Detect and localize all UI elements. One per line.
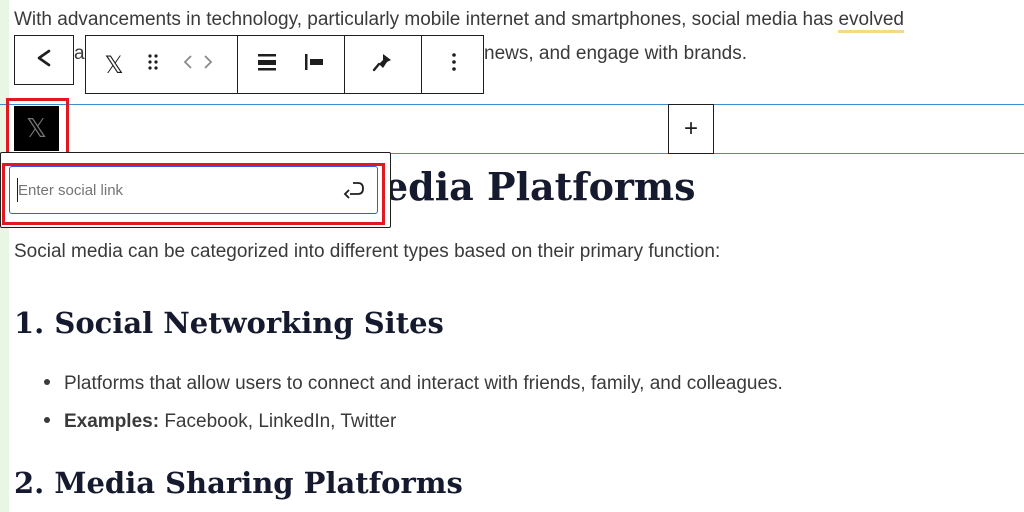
highlight-box-link-input (2, 163, 385, 225)
bullet-dot (44, 416, 50, 423)
heading-media-sharing-platforms: 2. Media Sharing Platforms (14, 466, 463, 500)
bullet-dot (44, 378, 50, 385)
heading-types-of-social-media: edia Platforms (384, 164, 696, 209)
paragraph-text: With advancements in technology, particu… (14, 9, 839, 30)
list-item-text: Platforms that allow users to connect an… (64, 373, 783, 394)
list-item: Platforms that allow users to connect an… (44, 373, 783, 395)
toolbar-separator (237, 36, 238, 93)
intro-paragraph: Social media can be categorized into dif… (14, 241, 721, 262)
pin-button[interactable] (352, 36, 414, 93)
share-toolbar-group (14, 35, 74, 85)
more-options-button[interactable] (426, 36, 482, 93)
align-left-icon (302, 52, 326, 77)
block-inserter-button[interactable]: + (668, 104, 714, 154)
move-arrows-icon (182, 53, 214, 76)
x-logo-icon: 𝕏 (104, 50, 124, 79)
share-button[interactable] (15, 36, 73, 84)
highlighted-word: evolved (838, 9, 904, 33)
paragraph-line-1[interactable]: With advancements in technology, particu… (14, 9, 904, 33)
move-buttons[interactable] (178, 36, 218, 93)
align-left-button[interactable] (294, 36, 334, 93)
editor-side-strip (0, 0, 9, 512)
toolbar-separator (421, 36, 422, 93)
toolbar-separator (344, 36, 345, 93)
block-selection-top (0, 104, 1024, 105)
list-item-label: Examples: (64, 411, 160, 432)
block-type-button[interactable]: 𝕏 (94, 36, 134, 93)
list-item: Examples: Facebook, LinkedIn, Twitter (44, 411, 396, 433)
drag-handle-icon (146, 53, 160, 76)
block-toolbar: 𝕏 (85, 35, 484, 94)
justification-button[interactable] (248, 36, 286, 93)
paragraph-line-2-fragment-a: a (74, 43, 85, 64)
list-item-text: Facebook, LinkedIn, Twitter (159, 411, 397, 432)
justify-icon (256, 52, 278, 77)
share-icon (33, 47, 55, 74)
pin-icon (370, 51, 396, 78)
paragraph-line-2-fragment-b: news, and engage with brands. (484, 43, 748, 64)
more-options-icon (451, 52, 457, 77)
drag-handle-button[interactable] (138, 36, 168, 93)
heading-social-networking-sites: 1. Social Networking Sites (14, 306, 444, 340)
